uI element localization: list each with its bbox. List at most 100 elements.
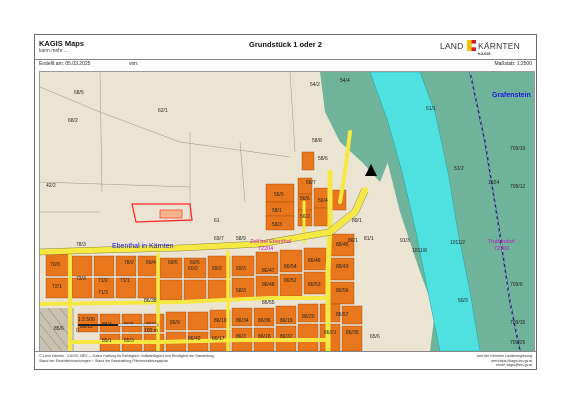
footer-disclaimer: © Land Kärnten - KAGIS, BEV — Keine Haft… <box>39 354 339 363</box>
scale-zero: 0 <box>76 328 79 334</box>
map-svg[interactable]: Ebenthal in Kärnten Grafenstein Truttend… <box>40 72 534 351</box>
parcel-label: 69/7 <box>214 236 224 242</box>
parcel-label: 56/5 <box>274 192 284 198</box>
parcel-label: 86/20 <box>302 314 315 320</box>
parcel-label: 51/2 <box>454 166 464 172</box>
logo-kagis-text: KAGIS <box>478 51 491 56</box>
parcel-label: 86/34 <box>236 318 249 324</box>
parcel-label: 54/2 <box>310 82 320 88</box>
logo-kaernten-text: KÄRNTEN <box>478 41 521 51</box>
parcel-label: 86/54 <box>284 264 297 270</box>
parcel-label: 86/37 <box>280 334 293 340</box>
parcel-label: 61 <box>214 218 220 224</box>
parcel-label: 54/4 <box>340 78 350 84</box>
parcel-label: 68/5 <box>74 90 84 96</box>
parcel-label: 86/1 <box>348 238 358 244</box>
parcel-label: 86/18 <box>258 334 271 340</box>
scale-end: 100 m <box>144 328 158 334</box>
parcel-label: 42/2 <box>46 183 56 189</box>
parcel-label: 709/26 <box>510 340 526 346</box>
parcel-label: 86/47 <box>262 268 275 274</box>
parcel-label: 85/6 <box>54 326 64 332</box>
parcel-label: 86/3 <box>236 334 246 340</box>
parcel-label: 86/52 <box>284 278 297 284</box>
created-by: von: <box>129 61 139 67</box>
footer-contact: Amt der Kärntner Landesregierung web:htt… <box>402 354 532 368</box>
parcel-label: 62/1 <box>158 108 168 114</box>
parcel-label: 86/42 <box>188 336 201 342</box>
parcel-label: 70/3 <box>50 262 60 268</box>
parcel-label: 86/21 <box>324 330 337 336</box>
created-date: Erstellt am: 05.03.2025 <box>39 61 91 67</box>
parcel-label: 71/2 <box>98 278 108 284</box>
parcel-label: 59/3 <box>236 266 246 272</box>
disclaimer-line-2: Stand der Ersichtlichmachungen = Stand d… <box>39 358 169 363</box>
parcel-label: 86/55 <box>262 300 275 306</box>
parcel-label: 58/9 <box>236 236 246 242</box>
place-ebenthal: Ebenthal in Kärnten <box>112 243 174 250</box>
print-metadata: Erstellt am: 05.03.2025 von: Maßstab: 1:… <box>35 60 536 69</box>
scale-ratio: 1:2.500 <box>78 317 95 323</box>
parcel-label: 1024 <box>488 180 499 186</box>
map-scale: Maßstab: 1:2500 <box>494 61 532 67</box>
parcel-label: 58/6 <box>318 156 328 162</box>
place-truttendorf: Truttendorf <box>488 239 515 245</box>
contact-line-3[interactable]: email: kagis@ktn.gv.at <box>402 363 532 368</box>
parcel-label: 709/12 <box>510 184 526 190</box>
parcel-label: 86/35 <box>346 330 359 336</box>
parcel-label: 86/57 <box>336 312 349 318</box>
parcel-label: 58/3 <box>236 288 246 294</box>
land-kaernten-logo: LAND KÄRNTEN KAGIS <box>438 39 530 57</box>
parcel-label: 86/48 <box>262 282 275 288</box>
parcel-label: 71/3 <box>98 290 108 296</box>
parcel-label: 56/6 <box>300 196 310 202</box>
parcel-label: 78/2 <box>124 260 134 266</box>
parcel-label: 86/36 <box>258 318 271 324</box>
parcel-label: 58/3 <box>272 222 282 228</box>
footer: © Land Kärnten - KAGIS, BEV — Keine Haft… <box>35 351 536 370</box>
parcel-label: 51/1 <box>426 106 436 112</box>
parcel-label: 58/8 <box>312 138 322 144</box>
parcel-label: 56/4 <box>318 198 328 204</box>
parcel-label: 68/2 <box>68 118 78 124</box>
parcel-label: 69/4 <box>146 260 156 266</box>
parcel-label: 59/2 <box>212 266 222 272</box>
parcel-label: 709/9 <box>510 282 523 288</box>
parcel-label: 73/3 <box>76 276 86 282</box>
parcel-label: 709/10 <box>510 146 526 152</box>
parcel-label: 56/2 <box>300 214 310 220</box>
parcel-label: 86/17 <box>212 336 225 342</box>
parcel-label: 86/19 <box>280 318 293 324</box>
parcel-label: 86/43 <box>336 264 349 270</box>
parcel-label: 69/5 <box>168 260 178 266</box>
parcel-label: 72/1 <box>52 284 62 290</box>
parcel-label: 86/9 <box>170 320 180 326</box>
zell-code: 72204 <box>258 246 273 252</box>
highlighted-parcel-inner[interactable] <box>159 209 183 219</box>
parcel-label: 65/6 <box>370 334 380 340</box>
place-grafenstein: Grafenstein <box>492 92 531 99</box>
parcel-label: 86/46 <box>308 258 321 264</box>
parcel-label: 89/1 <box>352 218 362 224</box>
logo-land-text: LAND <box>440 41 464 51</box>
parcel-label: 85/1 <box>102 338 112 344</box>
parcel-label: 86/45 <box>336 242 349 248</box>
truttendorf-code: 72160 <box>494 246 509 252</box>
parcel-label: 58/1 <box>272 208 282 214</box>
map-print-sheet: KAGIS Maps kann mehr ... Grundstück 1 od… <box>34 34 537 370</box>
parcel-label: 81/1 <box>364 236 374 242</box>
parcel-label: 56/7 <box>306 180 316 186</box>
parcel-label: 86/56 <box>336 288 349 294</box>
parcel-label: 85/3 <box>124 338 134 344</box>
parcel-label: 50/3 <box>458 298 468 304</box>
parcel-label: 86/10 <box>214 318 227 324</box>
parcel-label: 71/1 <box>120 278 130 284</box>
parcel-label: 78/3 <box>76 242 86 248</box>
parcel-label: 86/38 <box>144 298 157 304</box>
parcel-label: 91/3 <box>400 238 410 244</box>
parcel-label: 1011/2 <box>450 240 465 246</box>
header: KAGIS Maps kann mehr ... Grundstück 1 od… <box>35 35 536 60</box>
map-canvas[interactable]: Ebenthal in Kärnten Grafenstein Truttend… <box>39 71 535 352</box>
coat-of-arms-icon <box>467 40 476 51</box>
parcel-label: 60/2 <box>188 266 198 272</box>
